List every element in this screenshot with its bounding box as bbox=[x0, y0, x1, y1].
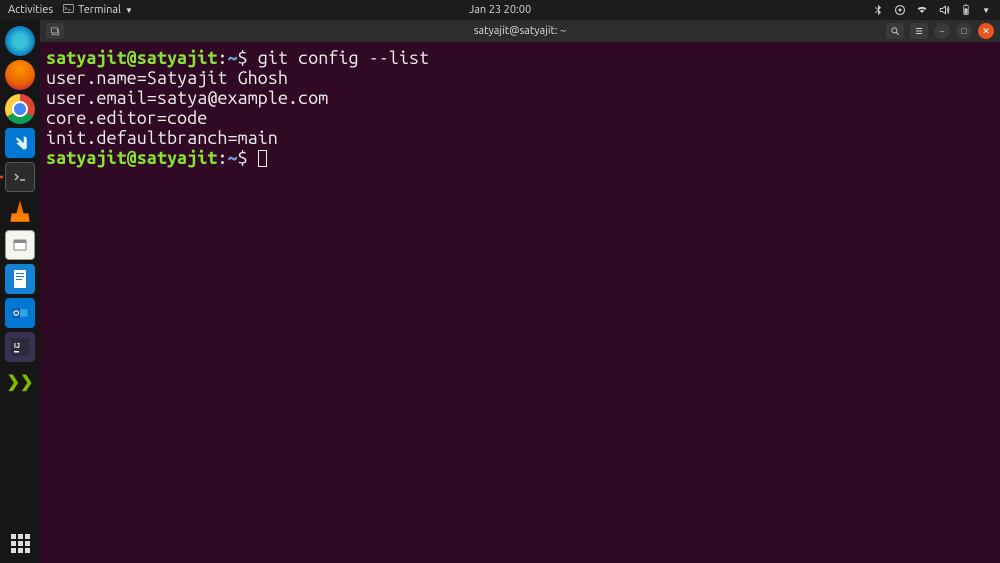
dock-icon-edge[interactable] bbox=[5, 26, 35, 56]
prompt-sep: : bbox=[217, 48, 227, 68]
dock-icon-intellij[interactable]: IJ bbox=[5, 332, 35, 362]
apps-grid-icon bbox=[11, 534, 30, 553]
prompt-user: satyajit@satyajit bbox=[46, 148, 217, 168]
dock-icon-outlook[interactable] bbox=[5, 298, 35, 328]
search-button[interactable] bbox=[886, 23, 904, 39]
dock-icon-libreoffice[interactable] bbox=[5, 264, 35, 294]
window-titlebar: satyajit@satyajit: ~ – □ ✕ bbox=[40, 20, 1000, 42]
output-line: user.email=satya@example.com bbox=[46, 88, 328, 108]
updates-icon[interactable] bbox=[894, 4, 906, 16]
new-tab-button[interactable] bbox=[46, 23, 64, 39]
output-line: init.defaultbranch=main bbox=[46, 128, 278, 148]
hamburger-menu-button[interactable] bbox=[910, 23, 928, 39]
dock: IJ ❯❯ bbox=[0, 20, 40, 563]
system-menu-chevron-icon[interactable]: ▼ bbox=[982, 6, 990, 15]
terminal-window: satyajit@satyajit: ~ – □ ✕ satyajit@saty… bbox=[40, 20, 1000, 563]
prompt-path: ~ bbox=[227, 48, 237, 68]
chevron-down-icon: ▼ bbox=[125, 6, 133, 15]
volume-icon[interactable] bbox=[938, 4, 950, 16]
dock-icon-vscode[interactable] bbox=[5, 128, 35, 158]
bluetooth-icon[interactable] bbox=[872, 4, 884, 16]
window-title: satyajit@satyajit: ~ bbox=[474, 25, 567, 37]
cursor bbox=[258, 150, 267, 167]
battery-icon[interactable] bbox=[960, 4, 972, 16]
prompt-symbol: $ bbox=[238, 148, 248, 168]
prompt-user: satyajit@satyajit bbox=[46, 48, 217, 68]
maximize-button[interactable]: □ bbox=[956, 23, 972, 39]
gnome-topbar: Activities Terminal ▼ Jan 23 20:00 ▼ bbox=[0, 0, 1000, 20]
activities-button[interactable]: Activities bbox=[8, 4, 53, 16]
app-menu[interactable]: Terminal ▼ bbox=[63, 3, 133, 17]
dock-icon-terminal[interactable] bbox=[5, 162, 35, 192]
terminal-body[interactable]: satyajit@satyajit:~$ git config --list u… bbox=[40, 42, 1000, 563]
terminal-icon bbox=[63, 3, 74, 17]
output-line: user.name=Satyajit Ghosh bbox=[46, 68, 288, 88]
minimize-button[interactable]: – bbox=[934, 23, 950, 39]
close-button[interactable]: ✕ bbox=[978, 23, 994, 39]
prompt-sep: : bbox=[217, 148, 227, 168]
dock-icon-files[interactable] bbox=[5, 230, 35, 260]
dock-icon-sublime-merge[interactable]: ❯❯ bbox=[5, 366, 35, 396]
app-menu-label: Terminal bbox=[78, 4, 121, 16]
clock[interactable]: Jan 23 20:00 bbox=[469, 4, 531, 16]
dock-icon-chrome[interactable] bbox=[5, 94, 35, 124]
prompt-path: ~ bbox=[227, 148, 237, 168]
dock-icon-firefox[interactable] bbox=[5, 60, 35, 90]
output-line: core.editor=code bbox=[46, 108, 207, 128]
dock-icon-vlc[interactable] bbox=[5, 196, 35, 226]
svg-text:IJ: IJ bbox=[14, 343, 20, 350]
network-icon[interactable] bbox=[916, 4, 928, 16]
command-text: git config --list bbox=[258, 48, 429, 68]
prompt-symbol: $ bbox=[238, 48, 248, 68]
show-applications-button[interactable] bbox=[8, 531, 32, 555]
